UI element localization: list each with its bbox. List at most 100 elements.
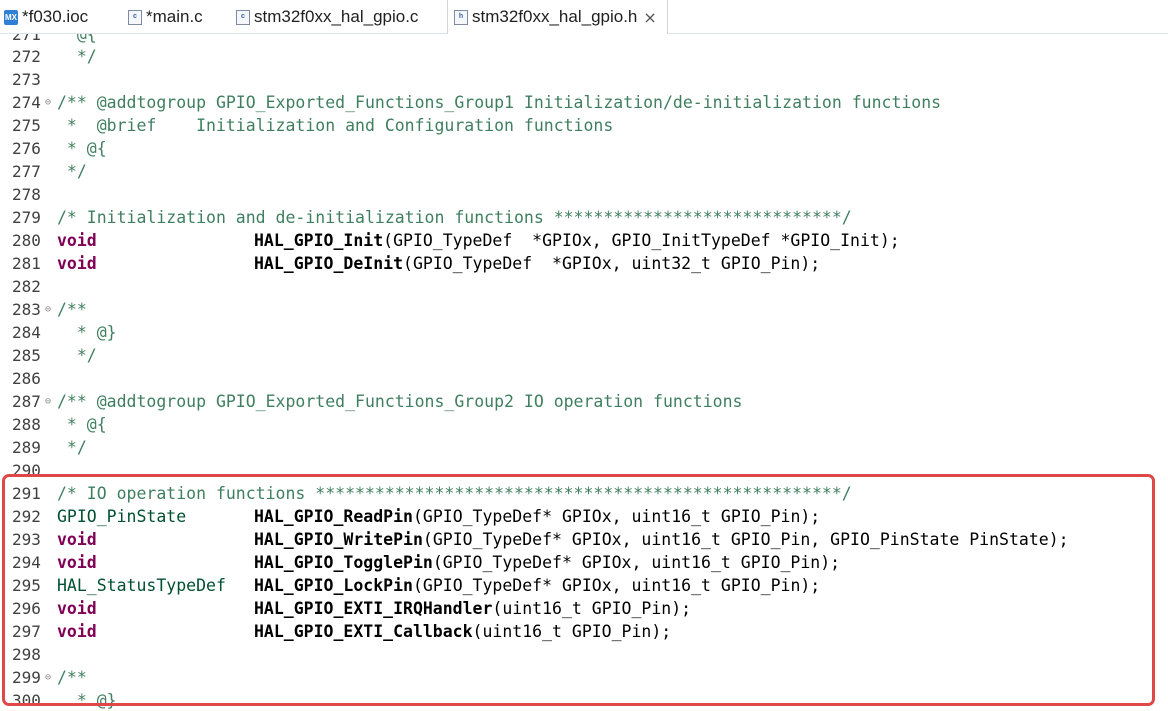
tab-main-c[interactable]: c *main.c: [128, 0, 203, 34]
line-number: 273: [12, 70, 41, 89]
function-args: (uint16_t GPIO_Pin);: [472, 622, 672, 641]
code-line: 298: [0, 643, 1168, 666]
function-args: (GPIO_TypeDef *GPIOx, uint32_t GPIO_Pin)…: [403, 254, 821, 273]
line-number: 290: [12, 461, 41, 480]
code-text: * @{: [57, 415, 107, 434]
function-args: (GPIO_TypeDef* GPIOx, uint16_t GPIO_Pin)…: [432, 553, 841, 572]
code-line: 276 * @{: [0, 137, 1168, 160]
return-type: void: [57, 599, 97, 618]
line-number: 291: [12, 484, 41, 503]
line-number: 292: [12, 507, 41, 526]
line-number: 285: [12, 346, 41, 365]
code-line: 289 */: [0, 436, 1168, 459]
code-line: 288 * @{: [0, 413, 1168, 436]
line-number: 281: [12, 254, 41, 273]
code-line: 299 ⊖ /**: [0, 666, 1168, 689]
line-number: 276: [12, 139, 41, 158]
return-type: void: [57, 530, 97, 549]
code-line: 274 ⊖ /** @addtogroup GPIO_Exported_Func…: [0, 91, 1168, 114]
code-text: * @brief Initialization and Configuratio…: [57, 116, 614, 135]
code-line: 285 */: [0, 344, 1168, 367]
line-number: 283: [12, 300, 41, 319]
code-line: 300 * @}: [0, 689, 1168, 711]
c-file-icon: c: [128, 9, 142, 25]
line-number: 298: [12, 645, 41, 664]
code-text: */: [57, 346, 97, 365]
code-line: 273: [0, 68, 1168, 91]
code-text: * @}: [57, 691, 117, 710]
function-name: HAL_GPIO_EXTI_IRQHandler: [254, 599, 493, 618]
function-name: HAL_GPIO_EXTI_Callback: [254, 622, 473, 641]
line-number: 278: [12, 185, 41, 204]
code-line: 293 void HAL_GPIO_WritePin(GPIO_TypeDef*…: [0, 528, 1168, 551]
tab-stm32f0xx-hal-gpio-c[interactable]: c stm32f0xx_hal_gpio.c: [236, 0, 418, 34]
return-type: void: [57, 553, 97, 572]
code-text: /**: [57, 300, 87, 319]
code-line: 281 void HAL_GPIO_DeInit(GPIO_TypeDef *G…: [0, 252, 1168, 275]
code-text: /* Initialization and de-initialization …: [57, 208, 852, 227]
function-args: (GPIO_TypeDef* GPIOx, uint16_t GPIO_Pin)…: [412, 576, 821, 595]
line-number: 282: [12, 277, 41, 296]
code-text: */: [57, 438, 87, 457]
function-name: HAL_GPIO_LockPin: [254, 576, 413, 595]
code-line: 286: [0, 367, 1168, 390]
line-number: 295: [12, 576, 41, 595]
return-type: void: [57, 231, 97, 250]
function-name: HAL_GPIO_DeInit: [254, 254, 404, 273]
code-line: 287 ⊖ /** @addtogroup GPIO_Exported_Func…: [0, 390, 1168, 413]
code-text: */: [57, 47, 97, 66]
fold-toggle-icon[interactable]: ⊖: [45, 298, 51, 321]
line-number: 300: [12, 691, 41, 710]
fold-toggle-icon[interactable]: ⊖: [45, 390, 51, 413]
function-name: HAL_GPIO_Init: [254, 231, 384, 250]
code-line: 294 void HAL_GPIO_TogglePin(GPIO_TypeDef…: [0, 551, 1168, 574]
code-line: 292 GPIO_PinState HAL_GPIO_ReadPin(GPIO_…: [0, 505, 1168, 528]
code-text: * @{: [57, 139, 107, 158]
code-line: 279 /* Initialization and de-initializat…: [0, 206, 1168, 229]
line-number: 297: [12, 622, 41, 641]
code-text: /** @addtogroup GPIO_Exported_Functions_…: [57, 392, 743, 411]
code-line: 280 void HAL_GPIO_Init(GPIO_TypeDef *GPI…: [0, 229, 1168, 252]
code-editor[interactable]: 271 @{ 272 */ 273 274 ⊖ /** @addtogroup …: [0, 34, 1168, 711]
code-line: 278: [0, 183, 1168, 206]
code-text: /* IO operation functions **************…: [57, 484, 852, 503]
line-number: 294: [12, 553, 41, 572]
function-args: (GPIO_TypeDef *GPIOx, GPIO_InitTypeDef *…: [383, 231, 900, 250]
fold-toggle-icon[interactable]: ⊖: [45, 91, 51, 114]
line-number: 296: [12, 599, 41, 618]
code-line: 297 void HAL_GPIO_EXTI_Callback(uint16_t…: [0, 620, 1168, 643]
tab-label: stm32f0xx_hal_gpio.h: [472, 7, 638, 26]
function-args: (GPIO_TypeDef* GPIOx, uint16_t GPIO_Pin)…: [412, 507, 821, 526]
code-text: */: [57, 162, 87, 181]
function-name: HAL_GPIO_ReadPin: [254, 507, 413, 526]
return-type: HAL_StatusTypeDef: [57, 576, 226, 595]
line-number: 284: [12, 323, 41, 342]
close-icon[interactable]: ×: [643, 8, 656, 27]
code-line: 277 */: [0, 160, 1168, 183]
code-text: /**: [57, 668, 87, 687]
code-line: 290: [0, 459, 1168, 482]
tab-f030-ioc[interactable]: MX *f030.ioc: [4, 0, 88, 34]
mx-icon: MX: [4, 9, 18, 25]
tab-stm32f0xx-hal-gpio-h[interactable]: h stm32f0xx_hal_gpio.h ×: [447, 0, 668, 34]
function-args: (GPIO_TypeDef* GPIOx, uint16_t GPIO_Pin,…: [422, 530, 1069, 549]
line-number: 288: [12, 415, 41, 434]
code-line: 272 */: [0, 45, 1168, 68]
code-text: /** @addtogroup GPIO_Exported_Functions_…: [57, 93, 942, 112]
code-line: 275 * @brief Initialization and Configur…: [0, 114, 1168, 137]
code-line: 284 * @}: [0, 321, 1168, 344]
h-file-icon: h: [454, 9, 468, 25]
line-number: 299: [12, 668, 41, 687]
line-number: 275: [12, 116, 41, 135]
tab-label: stm32f0xx_hal_gpio.c: [254, 7, 419, 26]
line-number: 286: [12, 369, 41, 388]
fold-toggle-icon[interactable]: ⊖: [45, 666, 51, 689]
return-type: void: [57, 254, 97, 273]
code-line: 282: [0, 275, 1168, 298]
return-type: void: [57, 622, 97, 641]
line-number: 289: [12, 438, 41, 457]
line-number: 279: [12, 208, 41, 227]
code-line: 296 void HAL_GPIO_EXTI_IRQHandler(uint16…: [0, 597, 1168, 620]
tab-label: *main.c: [146, 7, 203, 26]
line-number: 272: [12, 47, 41, 66]
